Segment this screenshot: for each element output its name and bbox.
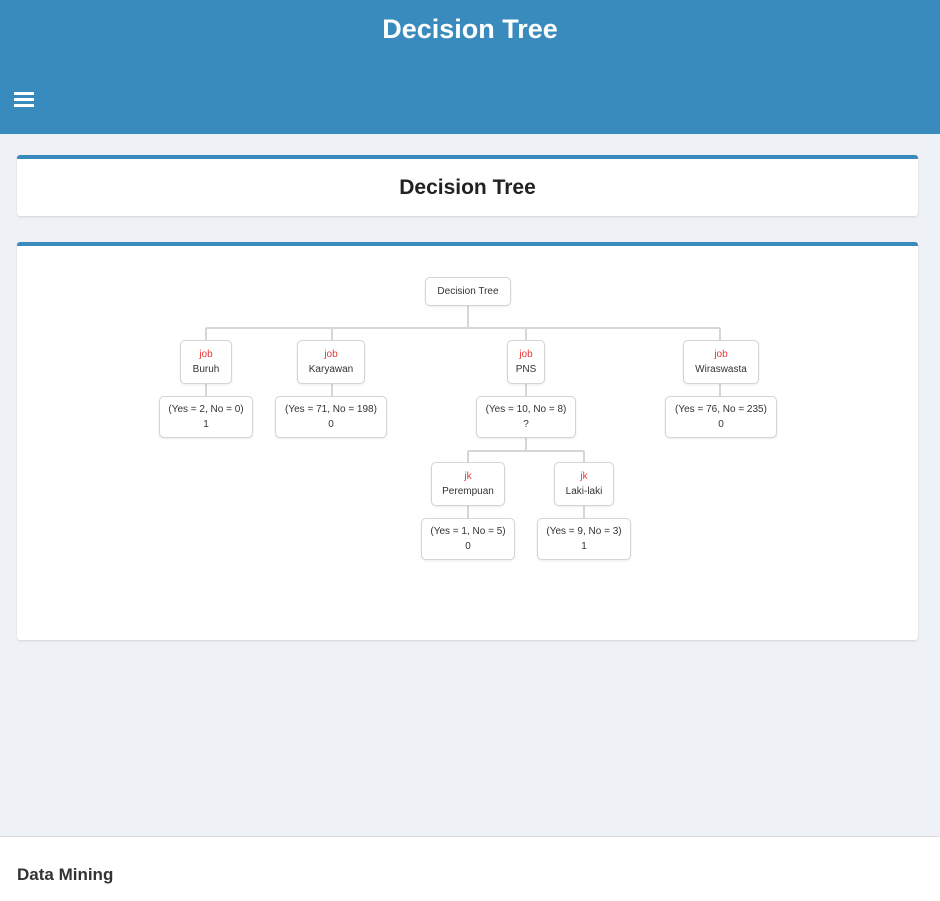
tree-node-pns-result: (Yes = 10, No = 8) ? — [476, 396, 576, 438]
page-footer: Data Mining — [0, 836, 940, 901]
node-attr: jk — [580, 471, 588, 482]
leaf-result: (Yes = 9, No = 3) — [546, 526, 622, 537]
node-value: Wiraswasta — [695, 364, 747, 375]
top-navbar: Decision Tree — [0, 0, 940, 134]
tree-node-jk-perempuan: jk Perempuan — [431, 462, 505, 506]
node-value: Karyawan — [308, 364, 354, 375]
node-value: Buruh — [192, 364, 220, 375]
tree-node-job-pns: job PNS — [507, 340, 545, 384]
app-title: Decision Tree — [382, 14, 558, 44]
root-label: Decision Tree — [437, 286, 499, 297]
tree-node-jk-laki-laki: jk Laki-laki — [554, 462, 614, 506]
node-value: Perempuan — [442, 486, 494, 497]
tree-root-node: Decision Tree — [425, 277, 511, 306]
tree-node-job-buruh: job Buruh — [180, 340, 232, 384]
page-title-card: Decision Tree — [17, 155, 918, 216]
node-attr: job — [519, 349, 533, 360]
page-title: Decision Tree — [399, 176, 536, 199]
node-value: Laki-laki — [565, 486, 603, 497]
leaf-result: (Yes = 2, No = 0) — [168, 404, 244, 415]
node-attr: job — [714, 349, 728, 360]
leaf-label: 0 — [328, 419, 334, 430]
node-value: PNS — [515, 364, 537, 375]
decision-tree-card: Decision Tree job Buruh job Karyawan job… — [17, 242, 918, 640]
footer-text: Data Mining — [17, 865, 114, 884]
leaf-result: (Yes = 76, No = 235) — [675, 404, 767, 415]
leaf-label: 1 — [203, 419, 209, 430]
node-attr: jk — [464, 471, 472, 482]
leaf-result: (Yes = 10, No = 8) — [485, 404, 567, 415]
leaf-label: ? — [523, 419, 529, 430]
tree-leaf-wiraswasta: (Yes = 76, No = 235) 0 — [665, 396, 777, 438]
tree-leaf-buruh: (Yes = 2, No = 0) 1 — [159, 396, 253, 438]
tree-leaf-perempuan: (Yes = 1, No = 5) 0 — [421, 518, 515, 560]
leaf-label: 1 — [581, 541, 587, 552]
tree-leaf-laki-laki: (Yes = 9, No = 3) 1 — [537, 518, 631, 560]
hamburger-menu-icon[interactable] — [14, 90, 34, 108]
tree-leaf-karyawan: (Yes = 71, No = 198) 0 — [275, 396, 387, 438]
leaf-result: (Yes = 1, No = 5) — [430, 526, 506, 537]
leaf-label: 0 — [718, 419, 724, 430]
node-attr: job — [199, 349, 213, 360]
leaf-result: (Yes = 71, No = 198) — [285, 404, 377, 415]
node-attr: job — [324, 349, 338, 360]
tree-node-job-wiraswasta: job Wiraswasta — [683, 340, 759, 384]
leaf-label: 0 — [465, 541, 471, 552]
tree-node-job-karyawan: job Karyawan — [297, 340, 365, 384]
